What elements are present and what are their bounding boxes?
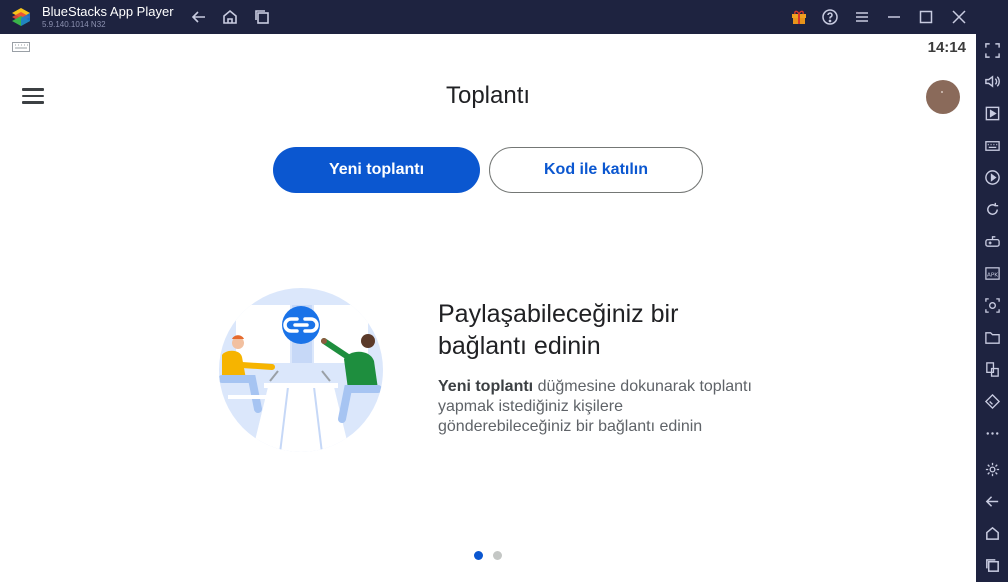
back-icon[interactable] xyxy=(189,7,209,27)
volume-icon[interactable] xyxy=(982,71,1002,91)
svg-text:APK: APK xyxy=(987,272,998,278)
app-title: BlueStacks App Player xyxy=(42,4,174,19)
promo-heading-line2: bağlantı edinin xyxy=(438,332,601,360)
android-home-icon[interactable] xyxy=(982,523,1002,543)
app-version: 5.9.140.1014 N32 xyxy=(42,20,106,29)
fullscreen-icon[interactable] xyxy=(982,40,1002,60)
close-icon[interactable] xyxy=(949,7,969,27)
promo-description: Yeni toplantı düğmesine dokunarak toplan… xyxy=(438,377,758,437)
maximize-icon[interactable] xyxy=(916,7,936,27)
page-dot-1[interactable] xyxy=(474,551,483,560)
new-meeting-button[interactable]: Yeni toplantı xyxy=(273,147,480,193)
promo-body-bold: Yeni toplantı xyxy=(438,378,534,395)
eco-icon[interactable] xyxy=(982,391,1002,411)
gamepad-icon[interactable] xyxy=(982,231,1002,251)
menu-icon[interactable] xyxy=(852,7,872,27)
settings-icon[interactable] xyxy=(982,459,1002,479)
multi-instance-icon[interactable] xyxy=(982,359,1002,379)
folder-icon[interactable] xyxy=(982,327,1002,347)
home-icon[interactable] xyxy=(220,7,240,27)
promo-heading: Paylaşabileceğiniz bir bağlantı edinin xyxy=(438,298,768,362)
page-indicator xyxy=(474,551,502,560)
status-time: 14:14 xyxy=(927,39,966,56)
android-back-icon[interactable] xyxy=(982,491,1002,511)
screenshot-icon[interactable] xyxy=(982,295,1002,315)
apk-icon[interactable]: APK xyxy=(982,263,1002,283)
avatar[interactable] xyxy=(926,80,960,114)
page-dot-2[interactable] xyxy=(493,551,502,560)
join-with-code-button[interactable]: Kod ile katılın xyxy=(489,147,703,193)
rotate-icon[interactable] xyxy=(982,199,1002,219)
promo-heading-line1: Paylaşabileceğiniz bir xyxy=(438,300,679,328)
page-title: Toplantı xyxy=(445,82,531,109)
keyboard-status-icon xyxy=(12,42,30,52)
android-recents-icon[interactable] xyxy=(982,555,1002,575)
keyboard-icon[interactable] xyxy=(982,135,1002,155)
minimize-icon[interactable] xyxy=(884,7,904,27)
media-icon[interactable] xyxy=(982,103,1002,123)
android-screen: 14:14 Toplantı Yeni toplantı Kod ile kat… xyxy=(0,34,976,582)
macro-icon[interactable] xyxy=(982,167,1002,187)
title-bar: BlueStacks App Player 5.9.140.1014 N32 xyxy=(0,0,1008,34)
gift-icon[interactable] xyxy=(789,7,809,27)
recents-icon[interactable] xyxy=(252,7,272,27)
help-icon[interactable] xyxy=(820,7,840,27)
share-link-illustration xyxy=(219,288,383,452)
bluestacks-sidebar: APK xyxy=(976,34,1008,582)
more-icon[interactable] xyxy=(982,423,1002,443)
bluestacks-logo-icon xyxy=(12,8,30,26)
